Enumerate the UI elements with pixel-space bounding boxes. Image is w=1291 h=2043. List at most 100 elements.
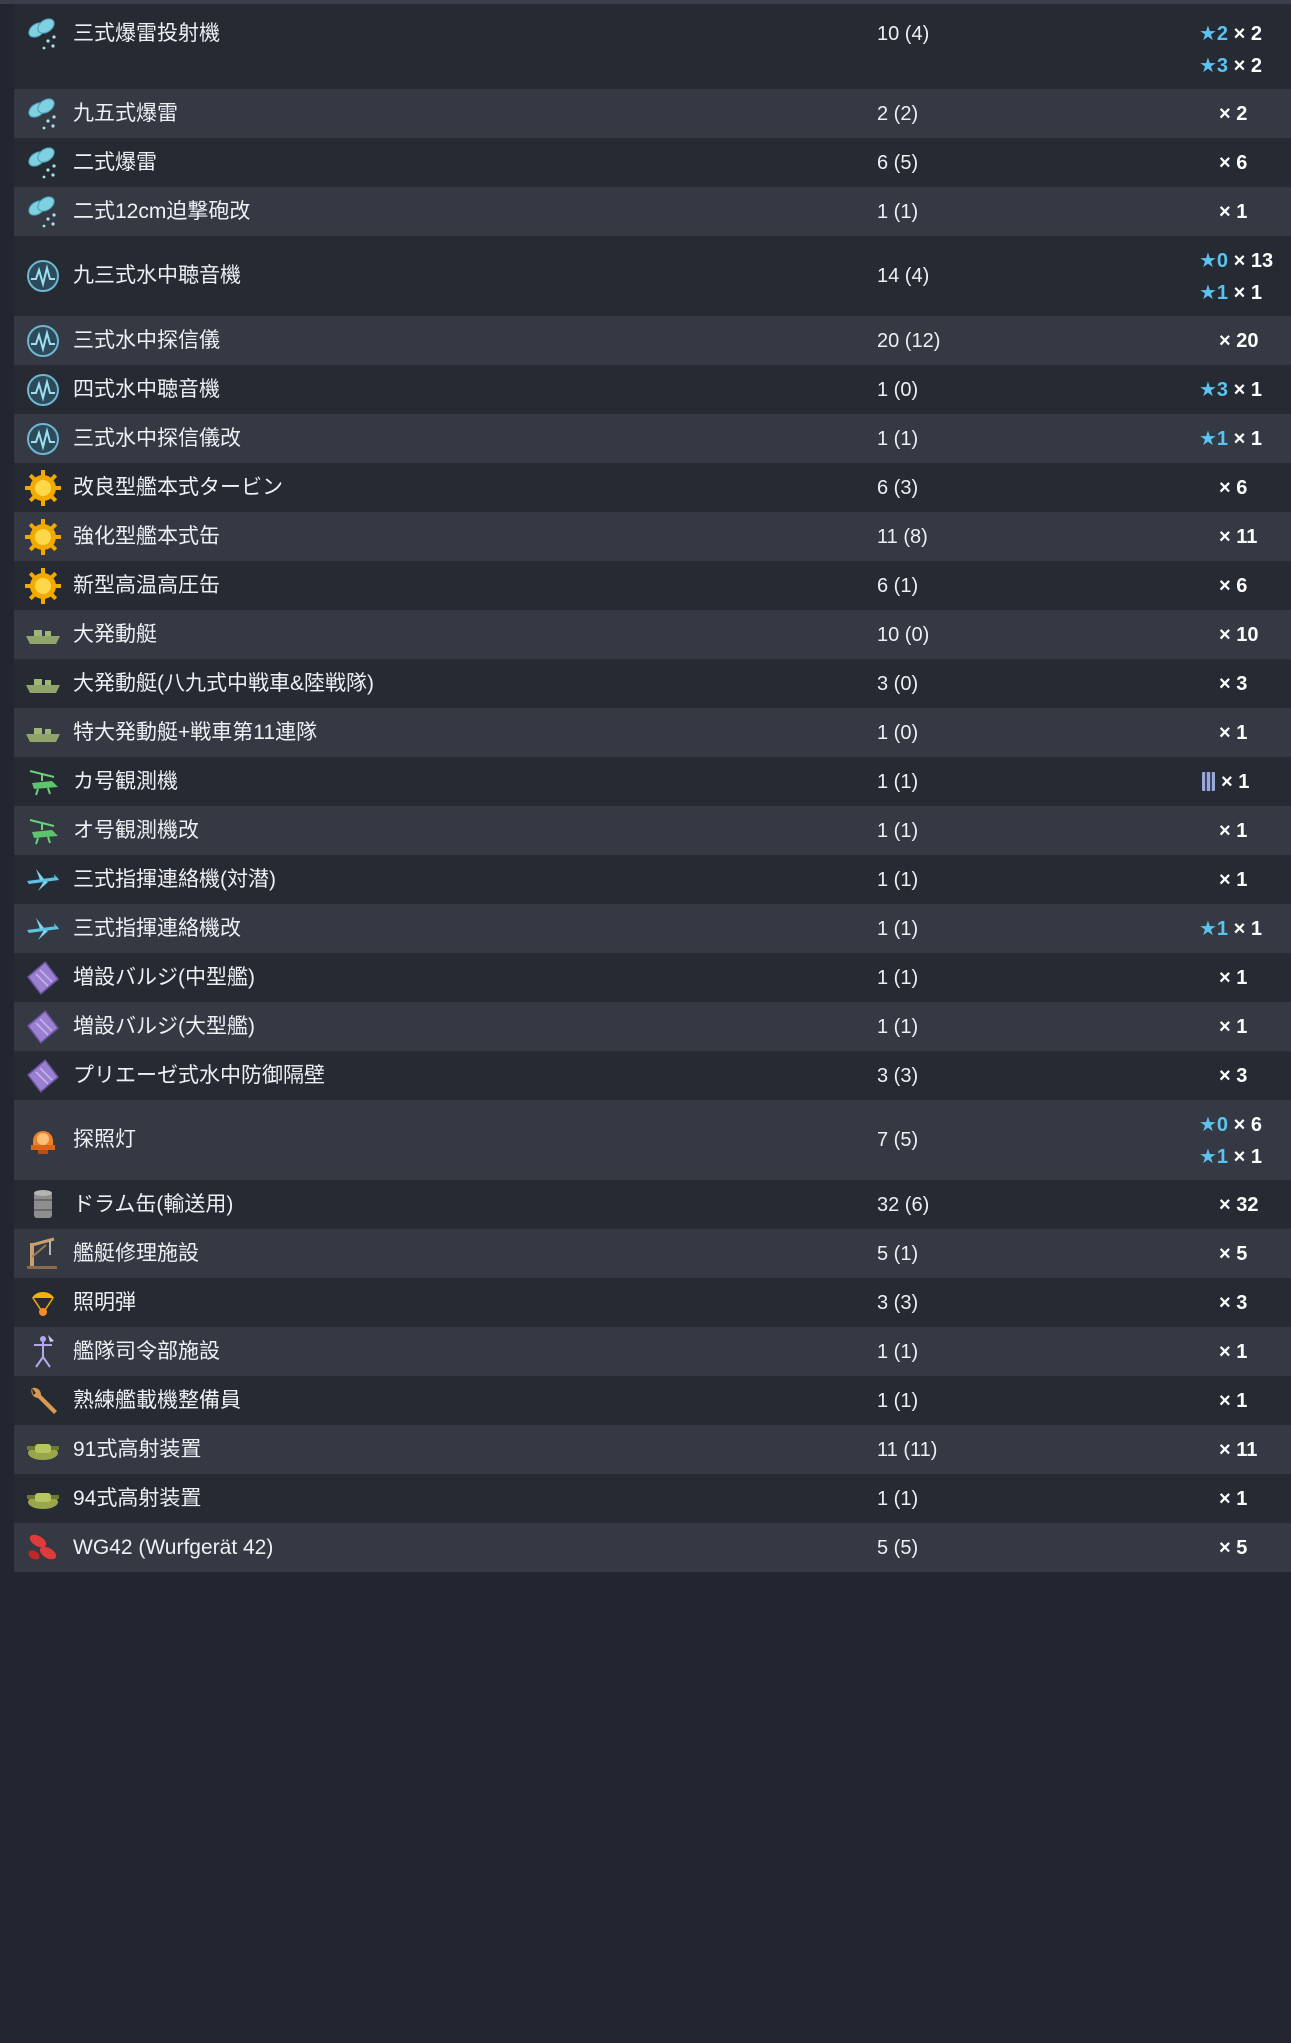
equipment-count: 1 (1) [877,1340,919,1363]
improvement-qty: × 1 [1221,770,1250,793]
improvement-line: × 2 [1219,101,1247,127]
table-row: 三式爆雷投射機 10 (4) ★2 × 2 ★3 × 2 [14,4,1291,89]
improvement-qty: × 1 [1219,721,1248,744]
equipment-name: 照明弾 [73,1290,136,1314]
improvement-line: ★1 × 1 [1199,916,1262,942]
bulge-icon [24,959,62,997]
improvement-line: × 1 [1219,818,1247,844]
table-row: プリエーゼ式水中防御隔壁 3 (3) × 3 [14,1051,1291,1100]
improvement-line: ★1 × 1 [1199,426,1262,452]
improvement-list: ★0 × 13 ★1 × 1 [1199,236,1291,316]
equipment-count: 3 (3) [877,1291,919,1314]
equipment-count: 1 (1) [877,1487,919,1510]
improvement-qty: × 6 [1233,1114,1262,1136]
equipment-count: 5 (5) [877,1536,919,1559]
improvement-qty: × 6 [1219,151,1248,174]
improvement-line: ★0 × 13 [1199,248,1273,274]
improvement-line: × 6 [1219,573,1247,599]
equipment-name: 三式指揮連絡機(対潜) [73,867,276,891]
equipment-count: 1 (1) [877,966,919,989]
improvement-list: × 1 [1199,1327,1291,1376]
sonar-icon [24,257,62,295]
equipment-count: 6 (5) [877,151,919,174]
liaison-plane-icon [24,861,62,899]
table-row: 照明弾 3 (3) × 3 [14,1278,1291,1327]
sonar-icon [24,420,62,458]
improvement-line: × 11 [1219,524,1257,550]
improvement-star: ★3 [1199,55,1229,77]
improvement-qty: × 3 [1219,1064,1248,1087]
improvement-qty: × 1 [1219,1015,1248,1038]
improvement-line: ★1 × 1 [1199,1144,1262,1170]
improvement-line: × 1 [1219,1388,1247,1414]
equipment-name: 熟練艦載機整備員 [73,1388,241,1412]
improvement-list: ★1 × 1 [1199,414,1291,463]
equipment-count: 32 (6) [877,1193,930,1216]
improvement-qty: × 32 [1219,1193,1259,1216]
table-row: 94式高射装置 1 (1) × 1 [14,1474,1291,1523]
equipment-name: 新型高温高圧缶 [73,573,220,597]
depth-charge-icon [24,193,62,231]
improvement-qty: × 2 [1233,55,1262,77]
equipment-name: 三式指揮連絡機改 [73,916,241,940]
table-row: 三式水中探信儀改 1 (1) ★1 × 1 [14,414,1291,463]
equipment-count: 11 (8) [877,525,928,548]
improvement-list: ★0 × 6 ★1 × 1 [1199,1100,1291,1180]
improvement-qty: × 11 [1219,525,1258,548]
improvement-qty: × 13 [1233,250,1274,272]
landing-craft-icon [24,616,62,654]
equipment-name: 三式爆雷投射機 [73,22,220,45]
autogyro-icon [24,763,62,801]
table-row: 四式水中聴音機 1 (0) ★3 × 1 [14,365,1291,414]
rocket-launcher-icon [24,1529,62,1567]
table-row: 三式指揮連絡機改 1 (1) ★1 × 1 [14,904,1291,953]
equipment-count: 1 (1) [877,427,919,450]
improvement-star: ★0 [1199,250,1229,272]
table-row: 熟練艦載機整備員 1 (1) × 1 [14,1376,1291,1425]
equipment-count: 3 (0) [877,672,919,695]
table-row: ドラム缶(輸送用) 32 (6) × 32 [14,1180,1291,1229]
improvement-list: ★3 × 1 [1199,365,1291,414]
table-row: 艦隊司令部施設 1 (1) × 1 [14,1327,1291,1376]
improvement-list: × 11 [1199,512,1291,561]
improvement-list: × 6 [1199,561,1291,610]
aa-director-icon [24,1480,62,1518]
landing-craft-icon [24,665,62,703]
equipment-name: 三式水中探信儀 [73,328,220,352]
equipment-name: 艦隊司令部施設 [73,1339,220,1363]
improvement-star: ★2 [1199,23,1229,45]
improvement-list: × 10 [1199,610,1291,659]
improvement-list: × 1 [1199,1002,1291,1051]
improvement-qty: × 5 [1219,1536,1248,1559]
table-row: 二式爆雷 6 (5) × 6 [14,138,1291,187]
equipment-count: 1 (1) [877,868,919,891]
improvement-qty: × 1 [1219,1340,1248,1363]
improvement-list: × 1 [1199,187,1291,236]
improvement-list: × 3 [1199,659,1291,708]
table-row: 三式指揮連絡機(対潜) 1 (1) × 1 [14,855,1291,904]
improvement-qty: × 1 [1233,1146,1262,1168]
table-row: 大発動艇(八九式中戦車&陸戦隊) 3 (0) × 3 [14,659,1291,708]
improvement-list: × 1 [1199,1474,1291,1523]
improvement-line: × 6 [1219,475,1247,501]
sonar-icon [24,371,62,409]
equipment-count: 3 (3) [877,1064,919,1087]
engine-icon [24,518,62,556]
improvement-qty: × 1 [1219,819,1248,842]
equipment-count: 6 (3) [877,476,919,499]
equipment-count: 1 (0) [877,378,919,401]
equipment-name: 91式高射装置 [73,1437,202,1461]
equipment-count: 1 (1) [877,917,919,940]
improvement-list: × 6 [1199,463,1291,512]
equipment-name: プリエーゼ式水中防御隔壁 [73,1063,325,1087]
improvement-star: ★3 [1199,378,1229,401]
improvement-line: × 1 [1219,1339,1247,1365]
searchlight-icon [24,1121,62,1159]
improvement-qty: × 2 [1233,23,1262,45]
improvement-qty: × 5 [1219,1242,1248,1265]
equipment-name: 大発動艇(八九式中戦車&陸戦隊) [73,671,374,695]
equipment-name: 九五式爆雷 [73,101,178,125]
improvement-line: ★2 × 2 [1199,21,1262,47]
table-row: WG42 (Wurfgerät 42) 5 (5) × 5 [14,1523,1291,1572]
improvement-line: × 3 [1219,1063,1247,1089]
